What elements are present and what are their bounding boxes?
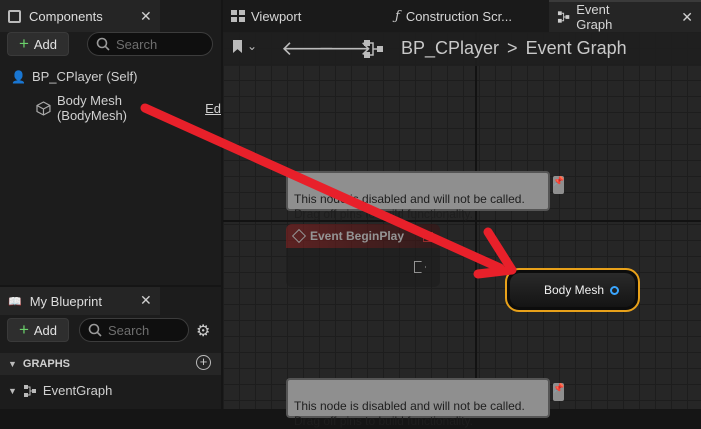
annotation-arrow xyxy=(140,103,517,279)
